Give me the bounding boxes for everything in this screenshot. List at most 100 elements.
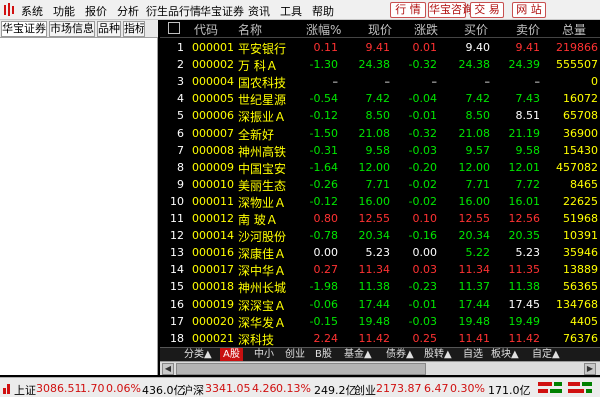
header-change-pct[interactable]: 涨幅% [306, 21, 341, 38]
select-all-marker[interactable] [168, 22, 180, 37]
header-code[interactable]: 代码 [194, 21, 218, 38]
header-name[interactable]: 名称 [238, 21, 262, 38]
stock-code[interactable]: 000010 [192, 178, 234, 191]
header-bid[interactable]: 买价 [464, 21, 488, 38]
cell-ask: 24.39 [508, 58, 541, 72]
menu-analysis[interactable]: 分析 [117, 3, 139, 19]
stock-name[interactable]: 神州长城 [238, 279, 286, 296]
tab-varieties[interactable]: 品种 [97, 21, 121, 37]
stock-name[interactable]: 深深宝Ａ [238, 297, 286, 314]
table-row[interactable]: 14 000017 深中华Ａ 0.27 11.34 0.03 11.34 11.35 13889 [160, 261, 600, 279]
stock-name[interactable]: 深振业Ａ [238, 108, 286, 125]
table-row[interactable]: 10 000011 深物业Ａ -0.12 16.00 -0.02 16.00 16.01 226… [160, 193, 600, 211]
stock-name[interactable]: 万 科Ａ [238, 57, 278, 74]
table-row[interactable]: 18 000021 深科技 2.24 11.42 0.25 11.41 11.42 76376 [160, 330, 600, 348]
table-row[interactable]: 12 000014 沙河股份 -0.78 20.34 -0.16 20.34 20.35 103… [160, 227, 600, 245]
stock-code[interactable]: 000009 [192, 161, 234, 174]
stock-name[interactable]: 神州高铁 [238, 143, 286, 160]
tab-huabao-securities[interactable]: 华宝证券 [1, 21, 47, 37]
tab-watchlist[interactable]: 自选 [463, 348, 483, 362]
tab-neeq[interactable]: 股转▲ [424, 348, 452, 362]
huabao-advisory-button[interactable]: 华宝咨询 [428, 2, 473, 18]
stock-code[interactable]: 000020 [192, 315, 234, 328]
table-row[interactable]: 7 000008 神州高铁 -0.31 9.58 -0.03 9.57 9.58 15430 [160, 142, 600, 160]
table-row[interactable]: 2 000002 万 科Ａ -1.30 24.38 -0.32 24.38 24.39 5555… [160, 56, 600, 74]
tab-b-shares[interactable]: B股 [315, 348, 332, 362]
scroll-right-icon[interactable]: ▶ [584, 363, 596, 375]
stock-code[interactable]: 000012 [192, 212, 234, 225]
stock-code[interactable]: 000017 [192, 263, 234, 276]
tab-chinext[interactable]: 创业 [285, 348, 305, 362]
menu-tools[interactable]: 工具 [280, 3, 302, 19]
stock-name[interactable]: 国农科技 [238, 74, 286, 91]
tab-a-shares[interactable]: A股 [220, 348, 243, 362]
stock-code[interactable]: 000014 [192, 229, 234, 242]
tab-sme[interactable]: 中小 [254, 348, 274, 362]
tab-market-info[interactable]: 市场信息 [49, 21, 95, 37]
trade-button[interactable]: 交 易 [470, 2, 504, 18]
table-row[interactable]: 13 000016 深康佳Ａ 0.00 5.23 0.00 5.22 5.23 35946 [160, 244, 600, 262]
stock-name[interactable]: 中国宝安 [238, 160, 286, 177]
tab-custom[interactable]: 自定▲ [532, 348, 560, 362]
tab-indicators[interactable]: 指标 [123, 21, 145, 37]
stock-name[interactable]: 深康佳Ａ [238, 245, 286, 262]
stock-name[interactable]: 全新好 [238, 126, 274, 143]
table-row[interactable]: 8 000009 中国宝安 -1.64 12.00 -0.20 12.00 12.01 4570… [160, 159, 600, 177]
row-index: 9 [177, 177, 184, 191]
menu-huabao[interactable]: 华宝证券 [200, 3, 244, 19]
header-change[interactable]: 涨跌 [414, 21, 438, 38]
stock-code[interactable]: 000001 [192, 41, 234, 54]
tab-sectors[interactable]: 板块▲ [491, 348, 519, 362]
table-row[interactable]: 3 000004 国农科技 – – – – – 0 [160, 73, 600, 91]
scroll-left-icon[interactable]: ◀ [162, 363, 174, 375]
stock-code[interactable]: 000005 [192, 92, 234, 105]
table-row[interactable]: 5 000006 深振业Ａ -0.12 8.50 -0.01 8.50 8.51 65708 [160, 107, 600, 125]
website-button[interactable]: 网 站 [512, 2, 546, 18]
stock-code[interactable]: 000004 [192, 75, 234, 88]
table-row[interactable]: 4 000005 世纪星源 -0.54 7.42 -0.04 7.42 7.43 16072 [160, 90, 600, 108]
menu-system[interactable]: 系统 [21, 3, 43, 19]
menu-function[interactable]: 功能 [53, 3, 75, 19]
stock-code[interactable]: 000008 [192, 144, 234, 157]
table-row[interactable]: 9 000010 美丽生态 -0.26 7.71 -0.02 7.71 7.72 8465 [160, 176, 600, 194]
menu-help[interactable]: 帮助 [312, 3, 334, 19]
horizontal-scrollbar[interactable]: ◀ ▶ [160, 361, 600, 375]
table-row[interactable]: 15 000018 神州长城 -1.98 11.38 -0.23 11.37 11.38 563… [160, 278, 600, 296]
stock-code[interactable]: 000007 [192, 127, 234, 140]
stock-name[interactable]: 深华发Ａ [238, 314, 286, 331]
table-row[interactable]: 11 000012 南 玻Ａ 0.80 12.55 0.10 12.55 12.56 51968 [160, 210, 600, 228]
stock-code[interactable]: 000018 [192, 280, 234, 293]
header-price[interactable]: 现价 [368, 21, 392, 38]
tab-funds[interactable]: 基金▲ [344, 348, 372, 362]
stock-code[interactable]: 000021 [192, 332, 234, 345]
header-volume[interactable]: 总量 [562, 21, 586, 38]
quote-button[interactable]: 行 情 [390, 2, 426, 18]
stock-name[interactable]: 平安银行 [238, 40, 286, 57]
scroll-thumb[interactable] [176, 363, 426, 375]
tab-bonds[interactable]: 债券▲ [386, 348, 414, 362]
table-row[interactable]: 6 000007 全新好 -1.50 21.08 -0.32 21.08 21.19 36900 [160, 125, 600, 143]
menu-news[interactable]: 资讯 [248, 3, 270, 19]
stock-name[interactable]: 美丽生态 [238, 177, 286, 194]
tab-category[interactable]: 分类▲ [184, 348, 212, 362]
stock-code[interactable]: 000002 [192, 58, 234, 71]
stock-code[interactable]: 000006 [192, 109, 234, 122]
stock-name[interactable]: 深物业Ａ [238, 194, 286, 211]
stock-name[interactable]: 深科技 [238, 331, 274, 348]
cell-price: 5.23 [365, 246, 391, 260]
stock-name[interactable]: 沙河股份 [238, 228, 286, 245]
menu-quote[interactable]: 报价 [85, 3, 107, 19]
stock-code[interactable]: 000016 [192, 246, 234, 259]
stock-code[interactable]: 000011 [192, 195, 234, 208]
table-row[interactable]: 16 000019 深深宝Ａ -0.06 17.44 -0.01 17.44 17.45 134… [160, 296, 600, 314]
header-ask[interactable]: 卖价 [516, 21, 540, 38]
cell-vol: 36900 [563, 126, 598, 140]
stock-name[interactable]: 南 玻Ａ [238, 211, 278, 228]
stock-code[interactable]: 000019 [192, 298, 234, 311]
stock-name[interactable]: 世纪星源 [238, 91, 286, 108]
table-row[interactable]: 1 000001 平安银行 0.11 9.41 0.01 9.40 9.41 219866 [160, 39, 600, 57]
cell-price: 12.55 [358, 212, 391, 225]
menu-derivatives[interactable]: 衍生品行情 [146, 3, 201, 19]
table-row[interactable]: 17 000020 深华发Ａ -0.15 19.48 -0.03 19.48 19.49 440… [160, 313, 600, 331]
stock-name[interactable]: 深中华Ａ [238, 262, 286, 279]
